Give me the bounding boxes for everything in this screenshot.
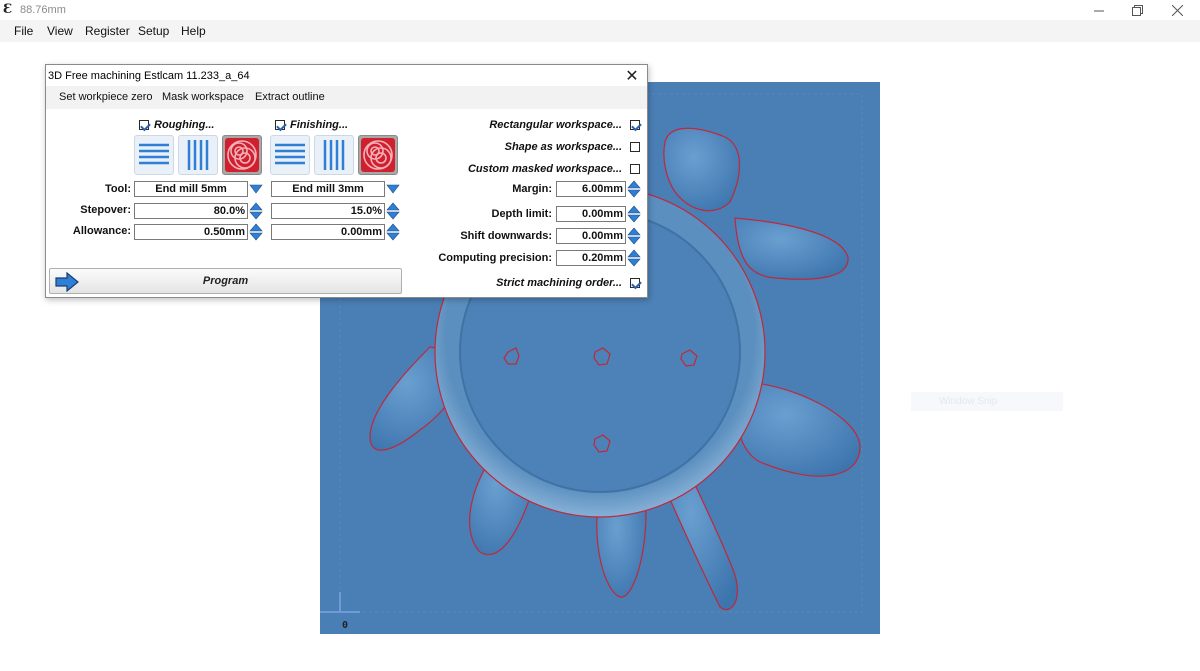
menu-mask-workspace[interactable]: Mask workspace (162, 91, 244, 103)
margin-input[interactable]: 6.00mm (556, 181, 626, 197)
free-machining-dialog: 3D Free machining Estlcam 11.233_a_64 ✕ … (45, 64, 648, 298)
menu-file[interactable]: File (14, 24, 33, 38)
menu-set-workpiece-zero[interactable]: Set workpiece zero (59, 91, 153, 103)
finishing-tool-dropdown-icon[interactable] (386, 183, 400, 195)
rectangular-workspace-label[interactable]: Rectangular workspace... (426, 119, 622, 131)
computing-precision-input[interactable]: 0.20mm (556, 250, 626, 266)
background-window-hint: Window Snip (911, 392, 1063, 411)
finishing-allowance-spinner-icon[interactable] (386, 223, 400, 241)
dialog-close-icon[interactable]: ✕ (623, 66, 641, 86)
menu-help[interactable]: Help (181, 24, 206, 38)
finishing-spiral-strategy-button[interactable] (358, 135, 398, 175)
roughing-checkbox[interactable] (139, 120, 149, 130)
computing-precision-label: Computing precision: (438, 252, 552, 264)
title-bar: Ɛ 88.76mm (0, 0, 1200, 20)
vertical-lines-icon (187, 140, 209, 170)
finishing-stepover-input[interactable]: 15.0% (271, 203, 385, 219)
roughing-stepover-spinner-icon[interactable] (249, 202, 263, 220)
roughing-horizontal-strategy-button[interactable] (134, 135, 174, 175)
finishing-label[interactable]: Finishing... (290, 119, 348, 131)
shape-workspace-checkbox[interactable] (630, 142, 640, 152)
horizontal-lines-icon (139, 143, 169, 165)
roughing-vertical-strategy-button[interactable] (178, 135, 218, 175)
menu-extract-outline[interactable]: Extract outline (255, 91, 325, 103)
depth-limit-label: Depth limit: (491, 208, 553, 220)
dialog-title: 3D Free machining Estlcam 11.233_a_64 (48, 70, 250, 82)
shift-downwards-spinner-icon[interactable] (627, 227, 641, 245)
rectangular-workspace-checkbox[interactable] (630, 120, 640, 130)
program-button[interactable]: Program (49, 268, 402, 294)
roughing-allowance-input[interactable]: 0.50mm (134, 224, 248, 240)
roughing-spiral-strategy-button[interactable] (222, 135, 262, 175)
spiral-pattern-icon (225, 138, 259, 172)
background-window-label: Window Snip (939, 396, 998, 407)
roughing-allowance-spinner-icon[interactable] (249, 223, 263, 241)
menu-view[interactable]: View (47, 24, 73, 38)
computing-precision-spinner-icon[interactable] (627, 249, 641, 267)
depth-limit-input[interactable]: 0.00mm (556, 206, 626, 222)
roughing-tool-dropdown-icon[interactable] (249, 183, 263, 195)
close-window-icon[interactable] (1157, 0, 1197, 20)
finishing-allowance-input[interactable]: 0.00mm (271, 224, 385, 240)
margin-label: Margin: (512, 183, 552, 195)
menu-register[interactable]: Register (85, 24, 130, 38)
strict-machining-order-checkbox[interactable] (630, 278, 640, 288)
origin-label: 0 (342, 620, 349, 631)
finishing-horizontal-strategy-button[interactable] (270, 135, 310, 175)
main-menubar (0, 20, 1200, 42)
depth-limit-spinner-icon[interactable] (627, 205, 641, 223)
estlcam-logo-icon: Ɛ (3, 2, 13, 17)
vertical-lines-icon (323, 140, 345, 170)
window-title: 88.76mm (20, 4, 66, 16)
strict-machining-order-label[interactable]: Strict machining order... (426, 277, 622, 289)
shift-downwards-input[interactable]: 0.00mm (556, 228, 626, 244)
custom-masked-workspace-label[interactable]: Custom masked workspace... (426, 163, 622, 175)
finishing-checkbox[interactable] (275, 120, 285, 130)
allowance-label: Allowance: (72, 225, 131, 237)
margin-spinner-icon[interactable] (627, 180, 641, 198)
horizontal-lines-icon (275, 143, 305, 165)
roughing-tool-select[interactable]: End mill 5mm (134, 181, 248, 197)
shift-downwards-label: Shift downwards: (460, 230, 552, 242)
finishing-tool-select[interactable]: End mill 3mm (271, 181, 385, 197)
roughing-stepover-input[interactable]: 80.0% (134, 203, 248, 219)
stepover-label: Stepover: (80, 204, 131, 216)
tool-label: Tool: (104, 183, 131, 195)
finishing-vertical-strategy-button[interactable] (314, 135, 354, 175)
menu-setup[interactable]: Setup (138, 24, 169, 38)
program-button-label: Program (202, 275, 249, 287)
minimize-icon[interactable] (1079, 0, 1119, 20)
restore-icon[interactable] (1117, 0, 1157, 20)
spiral-pattern-icon (361, 138, 395, 172)
finishing-stepover-spinner-icon[interactable] (386, 202, 400, 220)
roughing-label[interactable]: Roughing... (154, 119, 214, 131)
custom-masked-workspace-checkbox[interactable] (630, 164, 640, 174)
shape-workspace-label[interactable]: Shape as workspace... (426, 141, 622, 153)
